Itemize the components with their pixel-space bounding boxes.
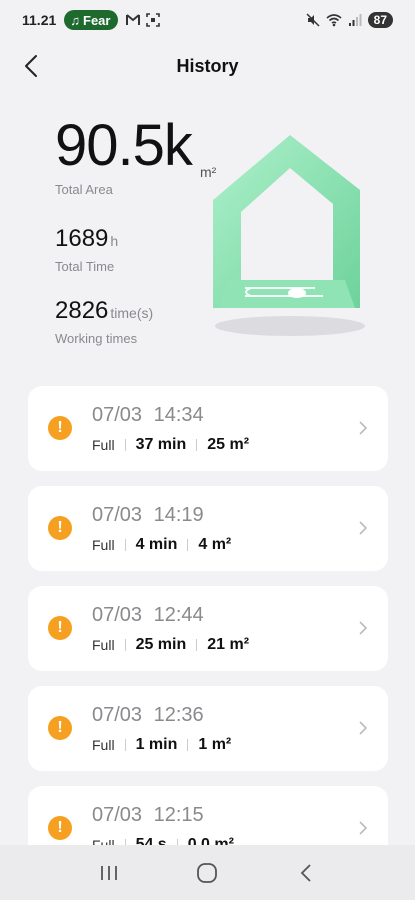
history-record[interactable]: ! 07/03 12:44 Full 25 min 21 m² bbox=[28, 586, 388, 671]
record-meta: Full 25 min 21 m² bbox=[92, 636, 249, 654]
total-time-block: 1689 h Total Time bbox=[55, 225, 118, 274]
record-duration: 4 min bbox=[135, 536, 178, 553]
record-datetime: 07/03 14:19 bbox=[92, 504, 204, 526]
record-duration: 37 min bbox=[135, 436, 187, 453]
record-duration: 25 min bbox=[135, 636, 187, 653]
record-area: 4 m² bbox=[198, 536, 232, 553]
record-datetime: 07/03 12:44 bbox=[92, 604, 204, 626]
record-meta: Full 4 min 4 m² bbox=[92, 536, 231, 554]
working-times-label: Working times bbox=[55, 331, 138, 346]
record-meta: Full 37 min 25 m² bbox=[92, 436, 249, 454]
record-meta: Full 1 min 1 m² bbox=[92, 736, 231, 754]
header: History bbox=[0, 44, 415, 88]
total-time-value: 1689 bbox=[55, 225, 109, 252]
total-area-label: Total Area bbox=[55, 182, 113, 197]
status-time: 11.21 bbox=[22, 12, 57, 28]
warning-icon: ! bbox=[48, 516, 72, 540]
chevron-right-icon bbox=[359, 821, 368, 835]
total-time-unit: h bbox=[110, 233, 119, 249]
warning-icon: ! bbox=[48, 816, 72, 840]
recent-apps-button[interactable] bbox=[89, 853, 129, 893]
record-datetime: 07/03 12:15 bbox=[92, 804, 204, 826]
back-arrow-icon bbox=[25, 55, 37, 77]
record-area: 25 m² bbox=[207, 436, 250, 453]
record-datetime: 07/03 12:36 bbox=[92, 704, 204, 726]
warning-icon: ! bbox=[48, 616, 72, 640]
home-button[interactable] bbox=[187, 853, 227, 893]
chevron-right-icon bbox=[359, 721, 368, 735]
nav-back-icon bbox=[300, 863, 311, 882]
record-mode: Full bbox=[92, 737, 115, 753]
record-mode: Full bbox=[92, 637, 115, 653]
notification-icons bbox=[126, 13, 161, 27]
warning-icon: ! bbox=[48, 416, 72, 440]
status-right: 87 bbox=[306, 12, 393, 28]
chevron-right-icon bbox=[359, 521, 368, 535]
home-icon bbox=[197, 862, 218, 883]
working-times-block: 2826 time(s) Working times bbox=[55, 297, 153, 346]
mute-icon bbox=[306, 13, 320, 27]
system-nav-bar bbox=[0, 845, 415, 900]
gmail-icon bbox=[126, 14, 141, 25]
total-time-label: Total Time bbox=[55, 259, 115, 274]
media-pill[interactable]: ♫ Fear bbox=[64, 10, 119, 30]
nav-back-button[interactable] bbox=[286, 853, 326, 893]
page-title: History bbox=[176, 55, 239, 76]
wifi-icon bbox=[326, 14, 342, 27]
total-area-value: 90.5k bbox=[55, 113, 193, 178]
back-button[interactable] bbox=[16, 50, 46, 82]
record-mode: Full bbox=[92, 537, 115, 553]
signal-icon bbox=[348, 14, 362, 26]
working-times-value: 2826 bbox=[55, 297, 109, 324]
history-record[interactable]: ! 07/03 12:36 Full 1 min 1 m² bbox=[28, 686, 388, 771]
record-mode: Full bbox=[92, 437, 115, 453]
media-label: Fear bbox=[83, 12, 111, 28]
history-list: ! 07/03 14:34 Full 37 min 25 m² ! 07/03 … bbox=[28, 386, 388, 886]
battery-level: 87 bbox=[367, 12, 393, 28]
status-bar: 11.21 ♫ Fear 87 bbox=[0, 0, 415, 40]
recent-apps-icon bbox=[101, 865, 118, 880]
record-area: 1 m² bbox=[198, 736, 232, 753]
chevron-right-icon bbox=[359, 421, 368, 435]
record-duration: 1 min bbox=[135, 736, 178, 753]
chevron-right-icon bbox=[359, 621, 368, 635]
total-area-block: 90.5k Total Area bbox=[55, 110, 193, 197]
history-record[interactable]: ! 07/03 14:34 Full 37 min 25 m² bbox=[28, 386, 388, 471]
record-area: 21 m² bbox=[207, 636, 250, 653]
record-datetime: 07/03 14:34 bbox=[92, 404, 204, 426]
scan-icon bbox=[146, 13, 161, 27]
warning-icon: ! bbox=[48, 716, 72, 740]
house-illustration bbox=[213, 135, 365, 336]
history-record[interactable]: ! 07/03 14:19 Full 4 min 4 m² bbox=[28, 486, 388, 571]
working-times-unit: time(s) bbox=[110, 305, 154, 321]
music-note-icon: ♫ bbox=[70, 12, 81, 28]
